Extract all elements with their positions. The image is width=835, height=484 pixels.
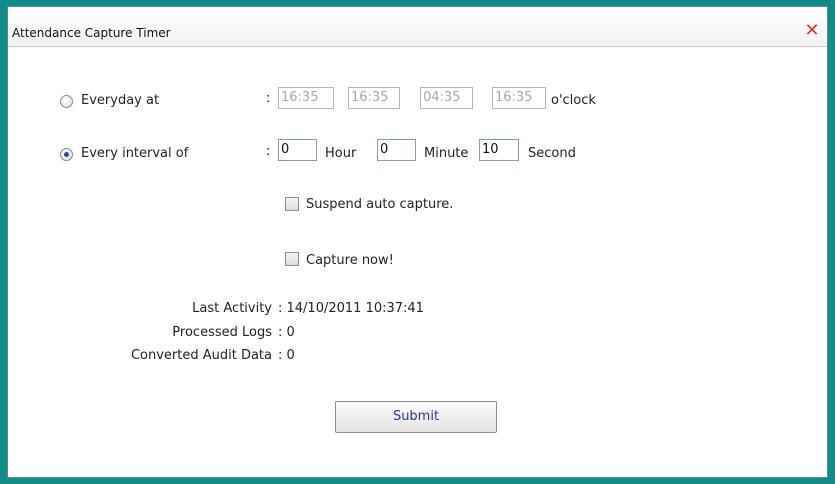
everyday-time-1[interactable]: 16:35 [278,87,334,109]
hour-label: Hour [325,146,357,161]
capture-now-checkbox[interactable] [285,252,299,266]
last-activity-value: : 14/10/2011 10:37:41 [278,301,424,316]
window-title: Attendance Capture Timer [12,26,171,40]
everyday-label: Everyday at [81,93,160,108]
interval-label: Every interval of [81,146,189,161]
close-icon[interactable]: ✕ [803,22,821,40]
everyday-time-3[interactable]: 04:35 [420,87,473,109]
processed-logs-value: : 0 [278,325,295,340]
minute-input[interactable]: 0 [377,139,416,161]
everyday-colon: : [266,91,271,106]
attendance-capture-timer-dialog: Attendance Capture Timer ✕ Everyday at :… [7,6,828,478]
interval-radio[interactable] [60,148,73,161]
suspend-auto-capture-label: Suspend auto capture. [306,197,454,212]
everyday-time-2[interactable]: 16:35 [348,87,400,109]
converted-audit-data-value: : 0 [278,348,295,363]
everyday-radio[interactable] [60,95,73,108]
second-label: Second [528,146,576,161]
oclock-label: o'clock [551,93,596,108]
minute-label: Minute [424,146,469,161]
hour-input[interactable]: 0 [278,139,317,161]
everyday-time-4[interactable]: 16:35 [492,87,546,109]
title-bar: Attendance Capture Timer ✕ [8,7,827,47]
interval-colon: : [266,144,271,159]
last-activity-label: Last Activity [192,301,272,316]
converted-audit-data-label: Converted Audit Data [130,348,272,363]
second-input[interactable]: 10 [479,139,519,161]
processed-logs-label: Processed Logs [172,325,272,340]
capture-now-label: Capture now! [306,253,394,268]
suspend-auto-capture-checkbox[interactable] [285,197,299,211]
submit-button[interactable]: Submit [335,401,497,433]
